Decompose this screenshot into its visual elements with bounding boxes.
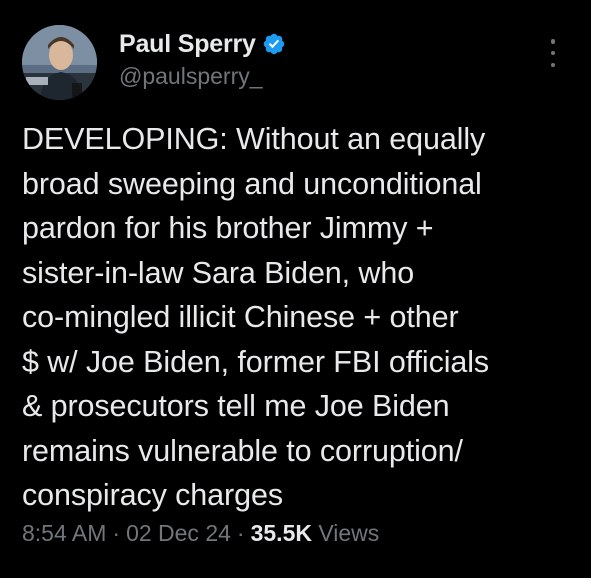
tweet-text-line: DEVELOPING: Without an equally bbox=[22, 122, 486, 156]
verified-badge-icon bbox=[262, 32, 286, 56]
tweet-text-line: pardon for his brother Jimmy + bbox=[22, 211, 434, 245]
meta-separator: · bbox=[112, 520, 121, 546]
tweet-text-line: sister-in-law Sara Biden, who bbox=[22, 255, 415, 290]
tweet-date[interactable]: 02 Dec 24 bbox=[126, 520, 231, 546]
avatar-photo bbox=[22, 25, 97, 100]
more-dot bbox=[550, 39, 556, 44]
views-count: 35.5K bbox=[250, 520, 312, 546]
tweet-card: Paul Sperry @paulsperry_ DEVELOPING: Wit… bbox=[0, 0, 591, 578]
more-dot bbox=[550, 62, 556, 67]
author-handle[interactable]: @paulsperry_ bbox=[119, 63, 263, 90]
tweet-text-line: conspiracy charges bbox=[22, 478, 283, 512]
author-display-name[interactable]: Paul Sperry bbox=[119, 30, 256, 59]
author-name-row: Paul Sperry bbox=[119, 28, 286, 60]
tweet-text-line: co-mingled illicit Chinese + other bbox=[22, 300, 459, 334]
views-label: Views bbox=[318, 520, 380, 546]
meta-separator: · bbox=[236, 520, 245, 546]
tweet-text-line: broad sweeping and unconditional bbox=[22, 166, 482, 201]
tweet-meta: 8:54 AM · 02 Dec 24 · 35.5K Views bbox=[22, 520, 379, 547]
more-dot bbox=[550, 50, 556, 56]
tweet-text-line: $ w/ Joe Biden, former FBI officials bbox=[22, 344, 490, 379]
tweet-text-line: remains vulnerable to corruption/ bbox=[22, 433, 463, 468]
tweet-time[interactable]: 8:54 AM bbox=[22, 520, 106, 546]
tweet-text-line: & prosecutors tell me Joe Biden bbox=[22, 389, 450, 423]
more-vertical-icon[interactable] bbox=[541, 36, 565, 70]
avatar[interactable] bbox=[22, 25, 97, 100]
tweet-text: DEVELOPING: Without an equally broad swe… bbox=[22, 117, 582, 518]
